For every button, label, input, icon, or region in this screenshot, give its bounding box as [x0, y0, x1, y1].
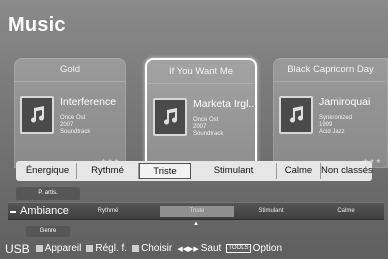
card-artist: Marketa Irgl... [193, 98, 257, 110]
card-track-title: If You Want Me [147, 60, 255, 84]
selection-marker-icon [10, 211, 16, 213]
music-card-1[interactable]: Gold Interference Once Ost 2007 Soundtra… [14, 58, 126, 168]
card-track-title: Gold [14, 58, 126, 82]
music-note-icon [153, 98, 187, 136]
strip-item[interactable]: Stimulant [248, 206, 294, 217]
red-button-icon [35, 245, 43, 252]
card-album: Once Ost [193, 117, 219, 123]
option-hint-label: Option [252, 243, 283, 254]
mood-option[interactable]: Énergique [19, 163, 77, 179]
option-hint[interactable]: TOOLS Option [226, 243, 282, 254]
strip-item[interactable]: Rythmé [88, 206, 128, 217]
music-note-icon [279, 96, 313, 134]
green-button-icon [86, 245, 94, 252]
card-genre: Soundtrack [193, 131, 224, 137]
page-title: Music [8, 14, 66, 36]
yellow-button-icon [132, 245, 140, 252]
device-hint[interactable]: Appareil [35, 243, 82, 254]
card-year: 2007 [193, 124, 207, 130]
mood-option[interactable]: Calme [277, 163, 321, 179]
device-hint-label: Appareil [44, 243, 82, 254]
card-artist: Interference [60, 96, 117, 108]
choose-hint[interactable]: Choisir [132, 243, 172, 254]
settings-hint-label: Régl. f. [95, 243, 128, 254]
mood-option[interactable]: Rythmé [77, 163, 139, 179]
card-genre: Soundtrack [60, 129, 91, 135]
card-year: 1999 [319, 122, 333, 128]
sort-option-below[interactable]: Genre [26, 226, 70, 237]
skip-hint-label: Saut [200, 243, 222, 254]
music-card-3[interactable]: Black Capricorn Day Jamiroquai Synkroniz… [273, 58, 388, 168]
card-album: Once Ost [60, 115, 86, 121]
card-meta: Synkronized 1999 Acid Jazz [319, 115, 352, 136]
card-meta: Once Ost 2007 Soundtrack [60, 115, 90, 136]
tools-button-icon: TOOLS [226, 244, 251, 253]
card-year: 2007 [60, 122, 74, 128]
source-label: USB [5, 241, 30, 256]
skip-arrows-icon: ◀◀▶▶ [177, 245, 199, 253]
skip-hint[interactable]: ◀◀▶▶ Saut [177, 243, 221, 254]
current-sort-mode[interactable]: Ambiance [20, 203, 69, 220]
mood-option[interactable]: Non classés [321, 163, 373, 179]
music-note-icon [20, 96, 54, 134]
help-bar: USB Appareil Régl. f. Choisir ◀◀▶▶ Saut T… [0, 238, 388, 259]
choose-hint-label: Choisir [141, 243, 173, 254]
mood-selector: Énergique Rythmé Triste Stimulant Calme … [16, 161, 373, 181]
arrow-up-icon: ▲ [193, 221, 199, 227]
card-meta: Once Ost 2007 Soundtrack [193, 117, 223, 138]
strip-item-selected[interactable]: Triste [160, 206, 234, 217]
card-artist: Jamiroquai [319, 96, 371, 108]
strip-item[interactable]: Calme [326, 206, 366, 217]
card-track-title: Black Capricorn Day [273, 58, 388, 82]
card-genre: Acid Jazz [319, 129, 345, 135]
sort-option-above[interactable]: P. artis. [16, 187, 80, 200]
settings-hint[interactable]: Régl. f. [86, 243, 127, 254]
card-album: Synkronized [319, 115, 353, 121]
music-screen: Music Gold Interference Once Ost 2007 So… [0, 0, 388, 259]
mood-option-selected[interactable]: Triste [139, 163, 191, 179]
mood-option[interactable]: Stimulant [191, 163, 277, 179]
music-card-2[interactable]: If You Want Me Marketa Irgl... Once Ost … [145, 58, 257, 168]
